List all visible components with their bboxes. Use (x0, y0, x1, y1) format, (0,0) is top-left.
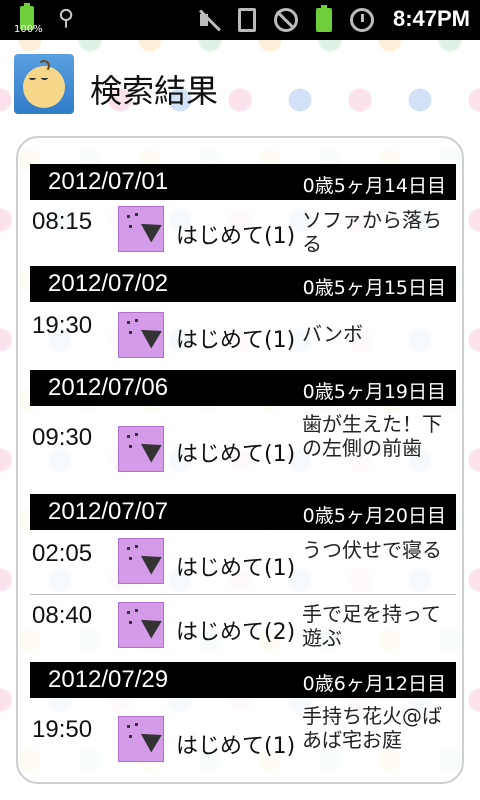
age-label: 0歳5ヶ月19日目 (302, 381, 446, 403)
entry-time: 08:40 (32, 602, 93, 629)
entry-type: はじめて(1) (176, 328, 296, 353)
list-item[interactable]: 08:40 はじめて(2) 手で足を持って遊ぶ (30, 596, 456, 656)
status-time: 8:47PM (392, 6, 470, 31)
entry-type: はじめて(1) (176, 556, 296, 581)
date-label: 2012/07/29 (48, 666, 169, 693)
entry-type: はじめて(1) (176, 442, 296, 467)
divider (30, 594, 456, 595)
list-item[interactable]: 08:15 はじめて(1) ソファから落ちる (30, 204, 456, 262)
list-item[interactable]: 09:30 はじめて(1) 歯が生えた！下の左側の前歯 (30, 410, 456, 490)
list-item[interactable]: 19:30 はじめて(1) バンボ (30, 306, 456, 364)
usb-icon: ⚲ (58, 6, 75, 31)
entry-description: 手で足を持って遊ぶ (302, 602, 441, 650)
age-label: 0歳6ヶ月12日目 (302, 673, 446, 695)
entry-time: 02:05 (32, 540, 93, 567)
date-header: 2012/07/07 0歳5ヶ月20日目 (30, 494, 456, 530)
baby-face-icon[interactable] (14, 54, 74, 114)
vibrate-icon (238, 8, 256, 32)
party-popper-icon (118, 602, 164, 648)
entry-type: はじめて(1) (176, 224, 296, 249)
party-popper-icon (118, 206, 164, 252)
list-item[interactable]: 19:50 はじめて(1) 手持ち花火@ばあば宅お庭 (30, 702, 456, 782)
date-header: 2012/07/02 0歳5ヶ月15日目 (30, 266, 456, 302)
entry-description: うつ伏せで寝る (302, 538, 442, 562)
party-popper-icon (118, 312, 164, 358)
date-label: 2012/07/06 (48, 374, 169, 401)
list-item[interactable]: 02:05 はじめて(1) うつ伏せで寝る (30, 534, 456, 592)
date-header: 2012/07/01 0歳5ヶ月14日目 (30, 164, 456, 200)
date-header: 2012/07/06 0歳5ヶ月19日目 (30, 370, 456, 406)
entry-type: はじめて(2) (176, 620, 296, 645)
entry-time: 09:30 (32, 424, 93, 451)
entry-time: 08:15 (32, 208, 93, 235)
battery-icon (316, 5, 332, 32)
age-label: 0歳5ヶ月15日目 (302, 277, 446, 299)
entry-time: 19:30 (32, 312, 93, 339)
alarm-icon (350, 8, 374, 32)
date-label: 2012/07/01 (48, 168, 169, 195)
results-list[interactable]: 2012/07/01 0歳5ヶ月14日目 08:15 はじめて(1) ソファから… (16, 136, 464, 784)
app-header: 検索結果 (0, 40, 480, 136)
date-header: 2012/07/29 0歳6ヶ月12日目 (30, 662, 456, 698)
entry-description: バンボ (302, 322, 363, 346)
age-label: 0歳5ヶ月20日目 (302, 505, 446, 527)
status-bar: 100% ⚲ 8:47PM (0, 0, 480, 40)
date-label: 2012/07/02 (48, 270, 169, 297)
entry-description: 手持ち花火@ばあば宅お庭 (302, 704, 442, 752)
party-popper-icon (118, 538, 164, 584)
entry-type: はじめて(1) (176, 734, 296, 759)
party-popper-icon (118, 716, 164, 762)
entry-time: 19:50 (32, 716, 93, 743)
no-signal-icon (274, 8, 298, 32)
party-popper-icon (118, 426, 164, 472)
page-title: 検索結果 (90, 72, 219, 110)
battery-percent: 100% (14, 24, 43, 35)
age-label: 0歳5ヶ月14日目 (302, 175, 446, 197)
entry-description: 歯が生えた！下の左側の前歯 (302, 412, 442, 460)
mute-icon (196, 8, 222, 32)
entry-description: ソファから落ちる (302, 208, 442, 256)
date-label: 2012/07/07 (48, 498, 169, 525)
